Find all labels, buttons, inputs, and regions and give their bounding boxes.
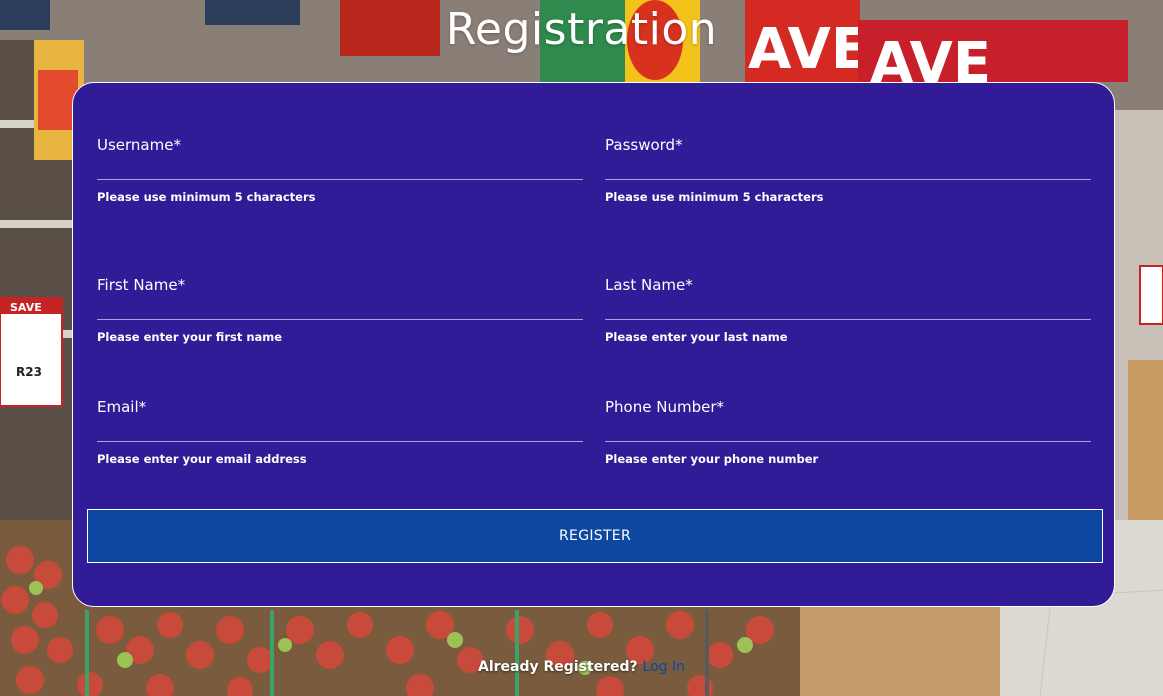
page-title: Registration [445,4,718,55]
email-field-group: Email* Please enter your email address [97,396,583,467]
first-name-hint: Please enter your first name [97,330,283,344]
first-name-input[interactable] [97,296,583,320]
password-label: Password* [605,136,683,154]
email-input[interactable] [97,418,583,442]
password-input[interactable] [605,156,1091,180]
email-hint: Please enter your email address [97,452,307,466]
login-prompt: Already Registered? Log In [0,659,1163,675]
username-field-group: Username* Please use minimum 5 character… [97,134,583,205]
phone-field-group: Phone Number* Please enter your phone nu… [605,396,1091,467]
phone-number-input[interactable] [605,418,1091,442]
password-field-group: Password* Please use minimum 5 character… [605,134,1091,205]
last-name-field-group: Last Name* Please enter your last name [605,274,1091,345]
first-name-field-group: First Name* Please enter your first name [97,274,583,345]
sign-price: R23 [16,365,42,379]
registration-form: Username* Please use minimum 5 character… [72,82,1115,607]
last-name-input[interactable] [605,296,1091,320]
password-hint: Please use minimum 5 characters [605,190,824,204]
already-registered-text: Already Registered? [477,659,638,675]
last-name-hint: Please enter your last name [605,330,788,344]
phone-number-label: Phone Number* [605,398,724,416]
login-link[interactable]: Log In [643,659,685,675]
email-label: Email* [97,398,147,416]
first-name-label: First Name* [97,276,186,294]
phone-number-hint: Please enter your phone number [605,452,819,466]
last-name-label: Last Name* [605,276,693,294]
register-button[interactable]: REGISTER [87,509,1103,563]
sign-save: SAVE [10,301,42,314]
username-label: Username* [97,136,181,154]
username-hint: Please use minimum 5 characters [97,190,316,204]
username-input[interactable] [97,156,583,180]
